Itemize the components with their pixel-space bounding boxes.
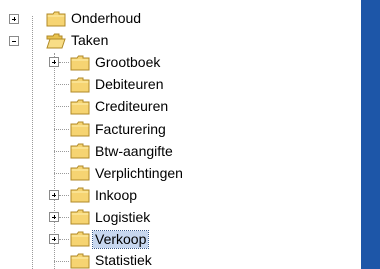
tree-connector <box>54 173 69 174</box>
tree-item-debiteuren[interactable]: Debiteuren <box>93 76 166 93</box>
plus-icon-stem <box>54 193 55 197</box>
plus-icon-stem <box>14 17 15 21</box>
tree-connector <box>32 16 33 269</box>
tree-item-onderhoud[interactable]: Onderhoud <box>69 10 143 27</box>
tree-connector <box>54 261 69 262</box>
folder-icon <box>70 99 90 115</box>
folder-icon <box>70 231 90 247</box>
folder-icon <box>70 55 90 71</box>
tree-connector <box>54 106 69 107</box>
folder-icon <box>70 143 90 159</box>
tree-item-statistiek[interactable]: Statistiek <box>93 252 154 269</box>
tree-item-grootboek[interactable]: Grootboek <box>93 54 162 71</box>
expand-onderhoud-button[interactable] <box>9 14 19 24</box>
plus-icon-stem <box>54 60 55 64</box>
tree-connector <box>59 239 69 240</box>
folder-icon <box>70 253 90 269</box>
tree-item-taken[interactable]: Taken <box>69 32 110 49</box>
folder-icon <box>70 121 90 137</box>
tree-connector <box>59 62 69 63</box>
tree-item-logistiek[interactable]: Logistiek <box>93 209 152 226</box>
folder-icon <box>70 187 90 203</box>
tree-item-facturering[interactable]: Facturering <box>93 121 168 138</box>
tree-item-verplichtingen[interactable]: Verplichtingen <box>93 165 185 182</box>
tree-connector <box>59 217 69 218</box>
expand-grootboek-button[interactable] <box>49 57 59 67</box>
navigation-tree: Onderhoud Taken Grootboek Debiteuren Cre… <box>0 0 361 269</box>
tree-item-btw-aangifte[interactable]: Btw-aangifte <box>93 143 175 160</box>
tree-panel: Onderhoud Taken Grootboek Debiteuren Cre… <box>0 0 361 269</box>
folder-icon <box>70 165 90 181</box>
folder-icon <box>70 77 90 93</box>
plus-icon-stem <box>54 237 55 241</box>
tree-item-inkoop[interactable]: Inkoop <box>93 187 139 204</box>
collapse-taken-button[interactable] <box>9 36 19 46</box>
expand-logistiek-button[interactable] <box>49 212 59 222</box>
plus-icon-stem <box>54 215 55 219</box>
tree-connector <box>54 129 69 130</box>
window-background <box>361 0 380 269</box>
tree-item-verkoop[interactable]: Verkoop <box>91 230 150 249</box>
expand-inkoop-button[interactable] <box>49 190 59 200</box>
folder-open-icon <box>46 33 66 49</box>
folder-icon <box>70 209 90 225</box>
tree-connector <box>59 195 69 196</box>
expand-verkoop-button[interactable] <box>49 234 59 244</box>
tree-item-crediteuren[interactable]: Crediteuren <box>93 98 170 115</box>
tree-connector <box>54 151 69 152</box>
folder-icon <box>46 11 66 27</box>
tree-connector <box>54 84 69 85</box>
minus-icon <box>12 41 16 42</box>
